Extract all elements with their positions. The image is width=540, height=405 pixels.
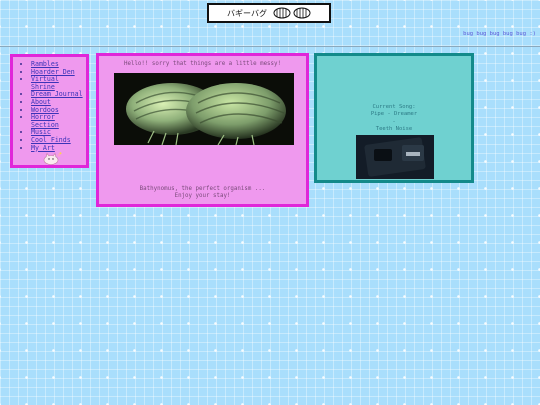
greeting-text: Hello!! sorry that things are a little m… — [123, 61, 282, 67]
nav-item: Horror Section — [31, 113, 86, 129]
caption: Bathynomus, the perfect organism ... Enj… — [99, 186, 306, 200]
divider — [0, 46, 540, 47]
now-playing: Current Song: Pipe - Dreamer - Teeth Noi… — [317, 104, 471, 134]
cat-image — [43, 152, 62, 165]
song-title: Pipe - Dreamer — [370, 111, 418, 118]
album-art — [356, 135, 434, 179]
nav-link-virtual-shrine[interactable]: Virtual Shrine — [31, 75, 59, 91]
isopod-icon — [273, 7, 291, 19]
song-artist: Teeth Noise — [375, 126, 413, 133]
music-panel: Current Song: Pipe - Dreamer - Teeth Noi… — [314, 53, 474, 183]
nav-panel: Rambles Hoarder Den Virtual Shrine Dream… — [10, 54, 89, 168]
song-separator: - — [392, 118, 396, 125]
site-banner: バギーバグ — [207, 3, 331, 23]
nav-list: Rambles Hoarder Den Virtual Shrine Dream… — [13, 57, 86, 152]
main-panel: Hello!! sorry that things are a little m… — [96, 53, 309, 207]
banner-icons — [273, 7, 311, 19]
banner-title: バギーバグ — [227, 8, 267, 18]
caption-line-2: Enjoy your stay! — [174, 193, 231, 199]
nav-item: Virtual Shrine — [31, 75, 86, 91]
isopod-photo — [114, 73, 294, 145]
now-playing-heading: Current Song: — [372, 104, 416, 110]
isopod-icon — [293, 7, 311, 19]
nav-link-horror-section[interactable]: Horror Section — [31, 113, 59, 129]
caption-line-1: Bathynomus, the perfect organism ... — [139, 186, 266, 192]
marquee-text: bug bug bug bug bug :) — [463, 31, 536, 37]
